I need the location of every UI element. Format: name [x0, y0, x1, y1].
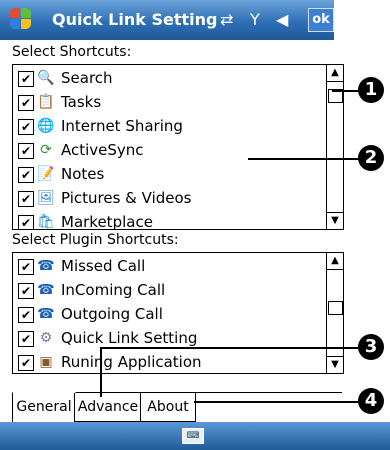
list-item[interactable]: ✔ 🌐 Internet Sharing — [13, 115, 323, 139]
list-item[interactable]: ✔ ☎ InComing Call — [13, 279, 323, 303]
item-label: Quick Link Setting — [61, 329, 198, 347]
checkbox[interactable]: ✔ — [18, 143, 34, 159]
plugin-shortcuts-label: Select Plugin Shortcuts: — [12, 232, 179, 248]
item-label: InComing Call — [61, 281, 166, 299]
connectivity-icon[interactable]: ⇄ — [220, 10, 233, 29]
plugin-shortcuts-list[interactable]: ✔ ☎ Missed Call ✔ ☎ InComing Call ✔ ☎ Ou… — [12, 252, 344, 374]
item-label: Tasks — [61, 93, 102, 111]
marketplace-icon: 🛍 — [37, 214, 55, 230]
list-item[interactable]: ✔ 📝 Notes — [13, 163, 323, 187]
item-label: Notes — [61, 165, 105, 183]
tab-about[interactable]: About — [140, 393, 196, 422]
incoming-call-icon: ☎ — [37, 282, 55, 298]
volume-icon[interactable]: ◀ — [276, 10, 288, 29]
callout-1: 1 — [358, 77, 384, 103]
checkbox[interactable]: ✔ — [18, 331, 34, 347]
notes-icon: 📝 — [37, 166, 55, 182]
list-item[interactable]: ✔ ☎ Outgoing Call — [13, 303, 323, 327]
callout-3: 3 — [358, 334, 384, 360]
tab-bar: General Advance About — [12, 392, 342, 425]
checkbox[interactable]: ✔ — [18, 95, 34, 111]
scroll-up-arrow-icon[interactable]: ▲ — [327, 65, 343, 82]
checkbox[interactable]: ✔ — [18, 307, 34, 323]
internet-sharing-icon: 🌐 — [37, 118, 55, 134]
checkbox[interactable]: ✔ — [18, 191, 34, 207]
keyboard-icon[interactable]: ⌨ — [182, 428, 204, 444]
checkbox[interactable]: ✔ — [18, 355, 34, 371]
list-item[interactable]: ✔ 🔍 Search — [13, 67, 323, 91]
window-title: Quick Link Setting — [52, 10, 218, 29]
scroll-thumb[interactable] — [328, 301, 343, 315]
scroll-down-arrow-icon[interactable]: ▼ — [327, 212, 343, 229]
checkbox[interactable]: ✔ — [18, 71, 34, 87]
list-item[interactable]: ✔ 🖼 Pictures & Videos — [13, 187, 323, 211]
tasks-icon: 📋 — [37, 94, 55, 110]
callout-leader — [100, 347, 102, 397]
checkbox[interactable]: ✔ — [18, 215, 34, 229]
item-label: Internet Sharing — [61, 117, 183, 135]
checkbox[interactable]: ✔ — [18, 283, 34, 299]
pictures-icon: 🖼 — [37, 190, 55, 206]
item-label: Missed Call — [61, 257, 146, 275]
windows-logo-icon[interactable] — [10, 8, 32, 30]
list-item[interactable]: ✔ ☎ Missed Call — [13, 255, 323, 279]
tab-advance[interactable]: Advance — [74, 393, 142, 422]
item-label: Pictures & Videos — [61, 189, 192, 207]
item-label: ActiveSync — [61, 141, 144, 159]
list-item[interactable]: ✔ 📋 Tasks — [13, 91, 323, 115]
search-icon: 🔍 — [37, 70, 55, 86]
ok-button[interactable]: ok — [308, 8, 334, 32]
signal-off-icon[interactable]: Y — [250, 10, 260, 29]
callout-leader — [100, 347, 362, 349]
missed-call-icon: ☎ — [37, 258, 55, 274]
shortcuts-list[interactable]: ✔ 🔍 Search ✔ 📋 Tasks ✔ 🌐 Internet Sharin… — [12, 64, 344, 230]
list-item[interactable]: ✔ ▣ Runing Application — [13, 351, 323, 373]
title-bar: Quick Link Setting ⇄ Y ◀ ok — [0, 0, 334, 40]
callout-leader — [194, 401, 362, 403]
list-item[interactable]: ✔ 🛍 Marketplace — [13, 211, 323, 230]
item-label: Outgoing Call — [61, 305, 163, 323]
checkbox[interactable]: ✔ — [18, 119, 34, 135]
plugin-scrollbar[interactable]: ▲ ▼ — [326, 253, 343, 373]
item-label: Marketplace — [61, 213, 153, 230]
callout-2: 2 — [358, 145, 384, 171]
tab-general[interactable]: General — [12, 392, 76, 423]
outgoing-call-icon: ☎ — [37, 306, 55, 322]
menu-bar: ⌨ — [0, 422, 390, 450]
checkbox[interactable]: ✔ — [18, 167, 34, 183]
checkbox[interactable]: ✔ — [18, 259, 34, 275]
quick-link-icon: ⚙ — [39, 330, 53, 346]
scroll-up-arrow-icon[interactable]: ▲ — [327, 253, 343, 270]
item-label: Runing Application — [61, 353, 202, 371]
item-label: Search — [61, 69, 113, 87]
shortcuts-label: Select Shortcuts: — [12, 44, 132, 60]
running-app-icon: ▣ — [39, 354, 53, 370]
callout-4: 4 — [358, 388, 384, 414]
callout-leader — [248, 158, 362, 160]
activesync-icon: ⟳ — [40, 142, 52, 158]
scroll-down-arrow-icon[interactable]: ▼ — [327, 356, 343, 373]
